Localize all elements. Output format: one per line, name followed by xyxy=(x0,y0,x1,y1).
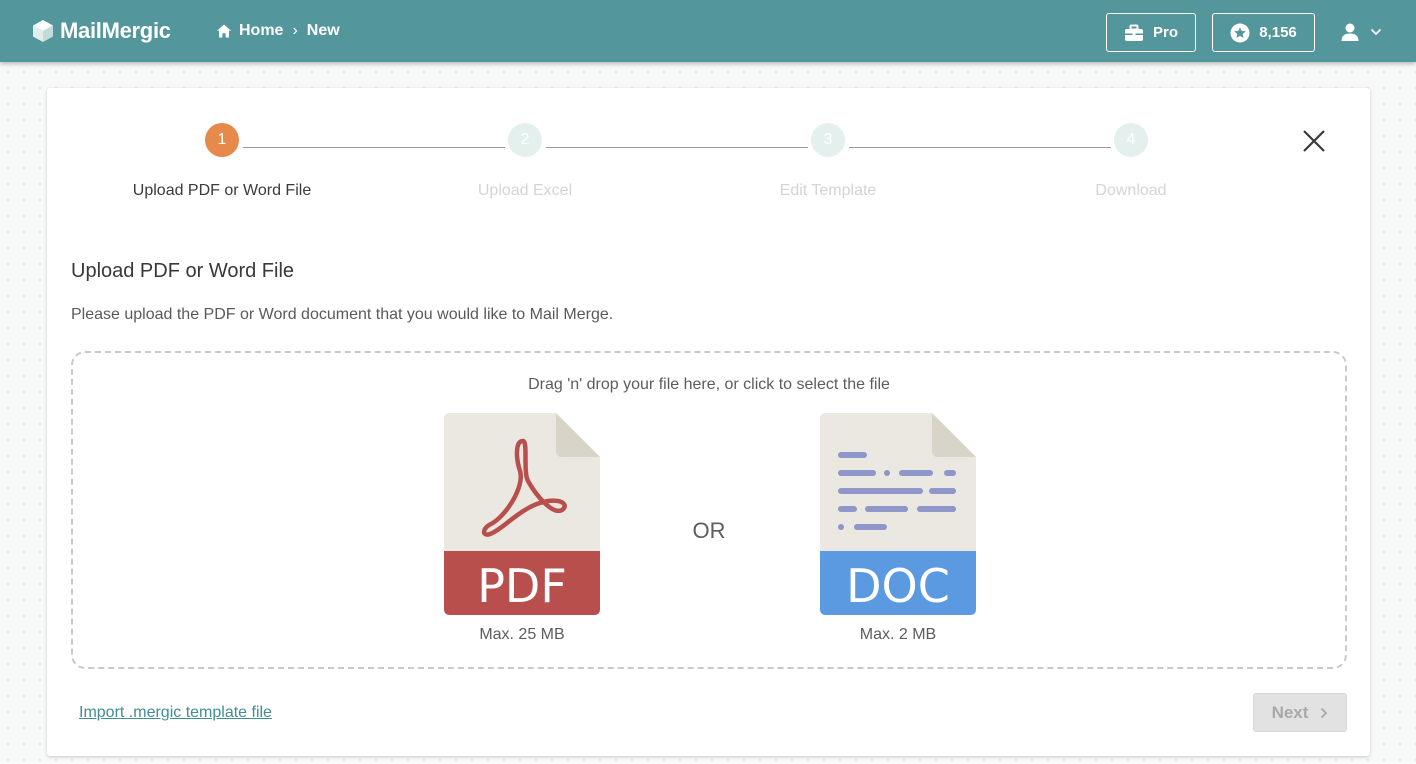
step-2-number: 2 xyxy=(520,131,530,148)
step-4-number: 4 xyxy=(1126,131,1136,148)
page-description: Please upload the PDF or Word document t… xyxy=(71,306,614,323)
step-3-indicator: 3 xyxy=(811,123,845,157)
briefcase-icon xyxy=(1124,24,1143,41)
logo-cube-icon xyxy=(33,20,53,42)
app-name: MailMergic xyxy=(60,18,171,43)
step-1-label: Upload PDF or Word File xyxy=(132,182,312,199)
doc-badge-text: DOC xyxy=(846,559,950,613)
pdf-max-size: Max. 25 MB xyxy=(479,626,565,643)
breadcrumb-separator: › xyxy=(292,22,298,39)
file-dropzone[interactable]: Drag 'n' drop your file here, or click t… xyxy=(71,351,1347,669)
user-menu[interactable] xyxy=(1340,20,1390,44)
credits-count: 8,156 xyxy=(1259,24,1297,41)
home-icon[interactable] xyxy=(216,23,232,39)
doc-file-icon[interactable]: DOC xyxy=(820,413,976,615)
step-connector xyxy=(546,147,808,148)
doc-max-size: Max. 2 MB xyxy=(859,626,937,643)
step-connector xyxy=(243,147,505,148)
pdf-badge-text: PDF xyxy=(477,559,567,613)
app-logo[interactable]: MailMergic xyxy=(32,16,171,46)
step-connector xyxy=(849,147,1111,148)
or-separator: OR xyxy=(692,518,726,543)
breadcrumb-home[interactable]: Home xyxy=(239,22,283,40)
close-icon[interactable] xyxy=(1301,128,1327,154)
breadcrumb-current: New xyxy=(306,22,340,39)
next-label: Next xyxy=(1271,702,1309,722)
pro-button[interactable]: Pro xyxy=(1106,13,1196,52)
page-title: Upload PDF or Word File xyxy=(71,260,295,282)
user-icon xyxy=(1341,23,1359,41)
chevron-right-icon xyxy=(1321,707,1328,718)
wizard-card: 1 2 3 4 Upload PDF or Word File Upload E… xyxy=(47,88,1370,756)
step-1-number: 1 xyxy=(217,131,227,148)
next-button[interactable]: Next xyxy=(1253,693,1347,732)
dropzone-hint: Drag 'n' drop your file here, or click t… xyxy=(528,376,890,393)
pro-label: Pro xyxy=(1152,24,1178,41)
step-2-label: Upload Excel xyxy=(477,182,573,199)
step-1-indicator: 1 xyxy=(205,123,239,157)
top-bar: MailMergic Home › New Pro 8,156 xyxy=(0,0,1416,62)
step-4-indicator: 4 xyxy=(1114,123,1148,157)
credits-button[interactable]: 8,156 xyxy=(1212,13,1315,52)
star-badge-icon xyxy=(1230,23,1250,42)
import-template-link[interactable]: Import .mergic template file xyxy=(79,704,272,722)
step-2-indicator: 2 xyxy=(508,123,542,157)
chevron-down-icon xyxy=(1370,28,1382,36)
step-3-number: 3 xyxy=(823,131,833,148)
pdf-file-icon[interactable]: PDF xyxy=(444,413,600,615)
breadcrumb: Home › New xyxy=(216,20,340,42)
step-3-label: Edit Template xyxy=(779,182,877,199)
step-4-label: Download xyxy=(1095,182,1167,199)
